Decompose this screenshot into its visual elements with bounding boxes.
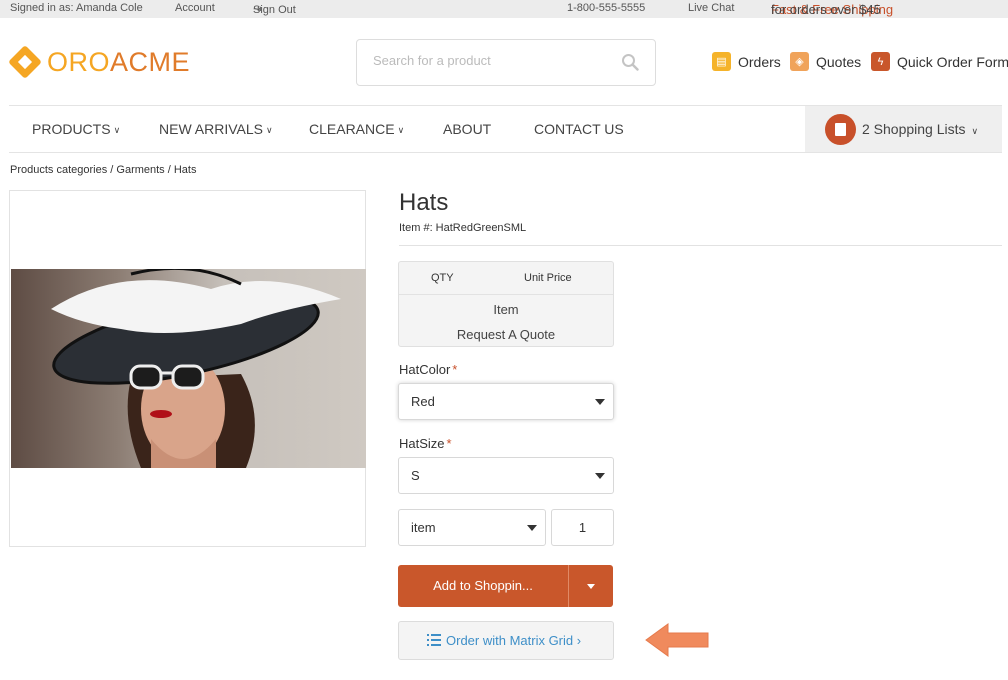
search-input[interactable] bbox=[373, 53, 613, 68]
hat-size-value: S bbox=[411, 468, 420, 483]
orders-icon: ▤ bbox=[712, 52, 731, 71]
breadcrumb: Products categories / Garments / Hats bbox=[10, 164, 197, 176]
order-with-matrix-grid-button[interactable]: Order with Matrix Grid › bbox=[398, 621, 614, 660]
breadcrumb-products-categories[interactable]: Products categories bbox=[10, 164, 107, 176]
nav-products[interactable]: PRODUCTS ∨ bbox=[32, 121, 120, 137]
logo[interactable]: OROACME bbox=[8, 45, 191, 79]
hat-color-select[interactable]: Red bbox=[398, 383, 614, 420]
divider bbox=[399, 245, 1002, 246]
shopping-list-icon bbox=[825, 114, 856, 145]
quotes-icon: ◈ bbox=[790, 52, 809, 71]
add-to-shopping-list-button[interactable]: Add to Shoppin... bbox=[398, 565, 568, 607]
lightning-icon: ϟ bbox=[871, 52, 890, 71]
sign-out-label: Sign Out bbox=[253, 4, 296, 16]
hat-color-label: HatColor * bbox=[399, 362, 458, 377]
nav-new-arrivals[interactable]: NEW ARRIVALS ∨ bbox=[159, 121, 273, 137]
quotes-label: Quotes bbox=[816, 53, 862, 70]
chevron-down-icon: ∨ bbox=[397, 125, 405, 135]
live-chat-link[interactable]: Live Chat bbox=[688, 2, 734, 14]
product-image-frame bbox=[9, 190, 366, 547]
price-table: QTY Unit Price Item Request A Quote bbox=[398, 261, 614, 347]
nav-about[interactable]: ABOUT bbox=[443, 121, 491, 137]
add-to-shopping-list-button-group: Add to Shoppin... bbox=[398, 565, 613, 607]
caret-down-icon bbox=[527, 525, 537, 531]
hat-size-select[interactable]: S bbox=[398, 457, 614, 494]
caret-down-icon bbox=[595, 473, 605, 479]
item-number: Item #: HatRedGreenSML bbox=[399, 222, 527, 234]
caret-down-icon bbox=[587, 584, 595, 589]
breadcrumb-garments[interactable]: Garments bbox=[116, 164, 164, 176]
shopping-lists-widget[interactable]: 2 Shopping Lists ∨ bbox=[805, 106, 1002, 152]
logo-icon bbox=[8, 45, 42, 79]
chevron-down-icon: ∨ bbox=[113, 125, 121, 135]
unit-price-header: Unit Price bbox=[524, 272, 572, 284]
shopping-lists-label: 2 Shopping Lists ∨ bbox=[862, 121, 979, 137]
unit-value: item bbox=[411, 520, 436, 535]
price-table-header: QTY Unit Price bbox=[399, 262, 613, 295]
orders-link[interactable]: ▤ Orders bbox=[712, 52, 781, 71]
quick-order-form-label: Quick Order Form bbox=[897, 53, 1008, 70]
order-with-matrix-grid-label: Order with Matrix Grid › bbox=[446, 633, 582, 648]
quick-order-form-link[interactable]: ϟ Quick Order Form bbox=[871, 52, 1008, 71]
unit-select[interactable]: item bbox=[398, 509, 546, 546]
quantity-input[interactable]: 1 bbox=[551, 509, 614, 546]
price-unit-item: Item bbox=[493, 302, 519, 317]
quotes-link[interactable]: ◈ Quotes bbox=[790, 52, 861, 71]
chevron-down-icon: ∨ bbox=[971, 126, 979, 136]
signed-in-text: Signed in as: Amanda Cole bbox=[10, 2, 143, 14]
nav-contact-us[interactable]: CONTACT US bbox=[534, 121, 624, 137]
list-icon bbox=[427, 634, 441, 646]
search-box bbox=[356, 39, 656, 86]
product-image[interactable] bbox=[11, 269, 366, 468]
phone-number: 1-800-555-5555 bbox=[567, 2, 646, 14]
orders-label: Orders bbox=[738, 53, 781, 70]
nav-clearance[interactable]: CLEARANCE ∨ bbox=[309, 121, 404, 137]
breadcrumb-hats: Hats bbox=[173, 164, 197, 176]
annotation-arrow bbox=[645, 623, 709, 657]
product-title: Hats bbox=[399, 189, 449, 216]
add-options-dropdown-button[interactable] bbox=[569, 565, 613, 607]
top-bar: Signed in as: Amanda Cole Account ⇥ Sign … bbox=[0, 0, 1008, 18]
request-quote-text: Request A Quote bbox=[456, 327, 556, 342]
search-icon[interactable] bbox=[621, 53, 639, 71]
hat-size-label: HatSize * bbox=[399, 436, 452, 451]
caret-down-icon bbox=[595, 399, 605, 405]
account-link[interactable]: Account bbox=[175, 2, 215, 14]
chevron-down-icon: ∨ bbox=[266, 125, 273, 135]
logo-text: OROACME bbox=[47, 46, 191, 77]
shipping-promo-rest: for orders over $45 bbox=[771, 2, 881, 17]
hat-color-value: Red bbox=[411, 394, 435, 409]
qty-header: QTY bbox=[431, 272, 454, 284]
